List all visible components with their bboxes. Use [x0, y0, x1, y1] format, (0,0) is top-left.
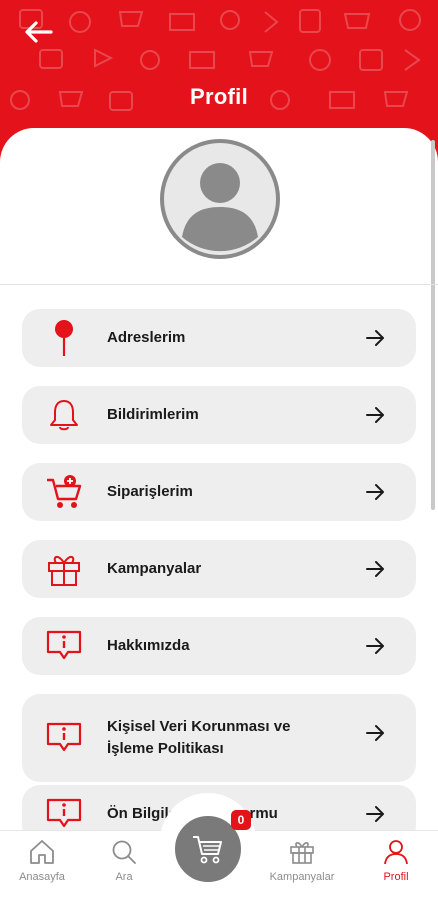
gift-icon [290, 842, 314, 864]
page-title: Profil [189, 84, 249, 109]
menu-item-label: Kişisel Veri Korunması ve İşleme Politik… [107, 718, 291, 757]
arrow-right-icon [366, 638, 384, 654]
info-bubble-icon [44, 794, 84, 834]
nav-label: Ara [115, 871, 133, 883]
info-bubble-icon [44, 626, 84, 666]
search-icon [112, 840, 136, 864]
menu-item-addresses[interactable]: Adreslerim [22, 309, 416, 367]
user-icon [384, 840, 408, 865]
arrow-left-icon [25, 21, 53, 43]
avatar[interactable] [158, 137, 282, 261]
menu-item-about[interactable]: Hakkımızda [22, 617, 416, 675]
arrow-right-icon [366, 561, 384, 577]
cart-icon [193, 836, 222, 864]
menu-item-label: Kampanyalar [107, 560, 202, 577]
nav-label: Profil [383, 871, 409, 883]
home-icon [30, 840, 54, 864]
arrow-right-icon [366, 484, 384, 500]
back-button[interactable] [18, 14, 58, 50]
menu-item-label: Bildirimlerim [107, 406, 199, 423]
nav-label: Anasayfa [19, 871, 65, 883]
nav-item-profile[interactable]: Profil [356, 839, 436, 883]
menu-item-label: Hakkımızda [107, 637, 190, 654]
bell-icon [44, 395, 84, 435]
arrow-right-icon [366, 806, 384, 822]
nav-item-search[interactable]: Ara [84, 839, 164, 883]
menu-item-orders[interactable]: Siparişlerim [22, 463, 416, 521]
arrow-right-icon [366, 330, 384, 346]
gift-icon [44, 549, 84, 589]
menu-item-label: Siparişlerim [107, 483, 193, 500]
cart-count-badge: 0 [231, 810, 251, 830]
cart-plus-icon [44, 472, 84, 512]
menu-item-campaigns[interactable]: Kampanyalar [22, 540, 416, 598]
user-avatar-icon [160, 139, 280, 259]
map-pin-icon [44, 318, 84, 358]
scrollbar[interactable] [431, 140, 435, 510]
section-divider [0, 284, 438, 285]
menu-item-label: Adreslerim [107, 329, 186, 346]
menu-item-privacy-policy[interactable]: Kişisel Veri Korunması ve İşleme Politik… [22, 694, 416, 782]
nav-item-campaigns[interactable]: Kampanyalar [262, 839, 342, 883]
info-bubble-icon [44, 718, 84, 758]
nav-item-home[interactable]: Anasayfa [2, 839, 82, 883]
menu-item-notifications[interactable]: Bildirimlerim [22, 386, 416, 444]
arrow-right-icon [366, 725, 384, 741]
arrow-right-icon [366, 407, 384, 423]
nav-label: Kampanyalar [269, 871, 335, 883]
